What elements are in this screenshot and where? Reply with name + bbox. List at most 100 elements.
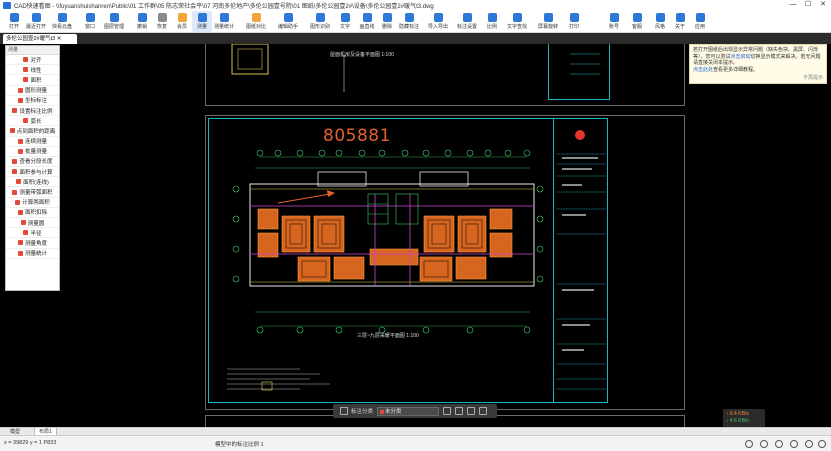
hide-annotation-button[interactable]: 隐藏标注 xyxy=(399,11,419,32)
text-button[interactable]: 文字 xyxy=(335,11,355,32)
app-logo-icon xyxy=(3,1,11,9)
rotate-icon xyxy=(543,13,553,22)
model-layout-tabs: 模型 布局1 xyxy=(0,427,831,436)
annotation-settings-icon xyxy=(462,13,472,22)
line-button[interactable]: 画直线 xyxy=(357,11,377,32)
text-search-button[interactable]: 文字查找 xyxy=(507,11,527,32)
dismiss-tip-link[interactable]: 不再提示 xyxy=(803,75,823,82)
tool-continuous[interactable]: 连续测量 xyxy=(6,137,59,147)
tool-align[interactable]: 对齐 xyxy=(6,55,59,66)
minimize-button[interactable]: — xyxy=(785,0,801,10)
delete-button[interactable]: 删除 xyxy=(377,11,397,32)
tool-segment-length[interactable]: 查看分段长度 xyxy=(6,157,59,168)
tool-point-to-area[interactable]: 点到面积的距离 xyxy=(6,126,59,137)
main-toolbar: 打开 最近打开 快看云盘 窗口 图层管理 撤销 恢复 会员 测量 测量统计 图纸… xyxy=(0,10,831,33)
document-tab-strip: 多伦公园壹2#暖气t3 ✕ xyxy=(0,33,831,44)
drawing-canvas[interactable]: 屋面机房及设备平面图 1:100 三层~九层采暖平面图 1:100 xyxy=(0,44,831,427)
export-icon[interactable] xyxy=(467,407,476,415)
document-tab[interactable]: 多伦公园壹2#暖气t3 ✕ xyxy=(3,34,77,44)
redo-button[interactable]: 恢复 xyxy=(152,11,172,32)
cloud-button[interactable]: 快看云盘 xyxy=(52,11,72,32)
recognize-button[interactable]: 图形识别 xyxy=(310,11,330,32)
tool-area-polyline[interactable]: 面积(连线) xyxy=(6,177,59,188)
vip-button[interactable]: 会员 xyxy=(172,11,192,32)
tool-area-calc[interactable]: 面积参与计算 xyxy=(6,167,59,178)
download-speed: ↓ 4.6 KB/s xyxy=(726,418,749,424)
style-button[interactable]: 风格 xyxy=(650,11,670,32)
maximize-button[interactable]: ☐ xyxy=(800,0,816,10)
about-button[interactable]: 关于 xyxy=(670,11,690,32)
linear-icon xyxy=(23,67,29,73)
annotation-settings-button[interactable]: 标注设置 xyxy=(457,11,477,32)
edit-icon[interactable] xyxy=(443,407,452,415)
layers-button[interactable]: 图层管理 xyxy=(104,11,124,32)
scale-button[interactable]: 比例 xyxy=(482,11,502,32)
open-button[interactable]: 打开 xyxy=(4,11,24,32)
undo-icon xyxy=(137,13,147,22)
vip-icon xyxy=(177,13,187,22)
support-icon xyxy=(632,13,642,22)
category-select[interactable]: 未分类 xyxy=(377,406,440,416)
import-export-button[interactable]: 导入导出 xyxy=(428,11,448,32)
tool-linear[interactable]: 线性 xyxy=(6,65,59,76)
stats-icon xyxy=(17,250,23,256)
tool-arc-length[interactable]: 弧长 xyxy=(6,116,59,127)
scale-icon xyxy=(487,13,497,22)
tool-two-areas[interactable]: 计算两面积 xyxy=(6,198,59,208)
compare-button[interactable]: 图纸对比 xyxy=(246,11,266,32)
panel-header: 测量 xyxy=(6,46,59,55)
tool-radius[interactable]: 半径 xyxy=(6,228,59,239)
tool-measure-circle[interactable]: 测量圆 xyxy=(6,218,59,229)
account-button[interactable]: 账号 xyxy=(604,11,624,32)
tutorial-link[interactable]: 点击此处 xyxy=(693,67,713,73)
tool-arc-area[interactable]: 测量带弧面积 xyxy=(6,187,59,198)
tool-coordinate[interactable]: 坐标标注 xyxy=(6,96,59,106)
add-icon[interactable] xyxy=(455,407,464,415)
tool-area[interactable]: 面积 xyxy=(6,75,59,86)
tool-area-deduct[interactable]: 面积扣除 xyxy=(6,208,59,218)
hide-annotation-icon xyxy=(404,13,414,22)
compare-icon xyxy=(251,13,261,22)
status-bar: x = 39829 y = 1 P833 模型中的标注比例 1 xyxy=(0,435,831,451)
window-button[interactable]: 窗口 xyxy=(80,11,100,32)
ortho-icon[interactable] xyxy=(760,440,768,448)
print-button[interactable]: 打印 xyxy=(564,11,584,32)
cursor-coordinates: x = 39829 y = 1 P833 xyxy=(4,440,57,446)
circle-measure-icon xyxy=(17,87,23,93)
recent-button[interactable]: 最近打开 xyxy=(26,11,46,32)
fullscreen-icon[interactable] xyxy=(818,440,826,448)
rotate-button[interactable]: 屏幕旋转 xyxy=(538,11,558,32)
tool-set-scale[interactable]: 设置标注比例 xyxy=(6,106,59,117)
settings-icon[interactable] xyxy=(805,440,813,448)
area-icon xyxy=(23,77,29,83)
grid-icon[interactable] xyxy=(340,407,348,415)
batch-icon xyxy=(17,148,23,154)
measure-button[interactable]: 测量 xyxy=(192,11,212,32)
polyline-icon xyxy=(16,179,22,185)
measure-tool-panel: 测量 对齐 线性 面积 圆形测量 坐标标注 设置标注比例 弧长 点到面积的距离 … xyxy=(5,45,60,291)
measure-icon xyxy=(197,13,207,22)
account-icon xyxy=(609,13,619,22)
arc-icon xyxy=(23,118,29,124)
measure-stats-button[interactable]: 测量统计 xyxy=(214,11,234,32)
tool-batch[interactable]: 批量测量 xyxy=(6,147,59,157)
snap-icon[interactable] xyxy=(745,440,753,448)
apps-button[interactable]: 应用 xyxy=(690,11,710,32)
layers-icon xyxy=(109,13,119,22)
delete-icon xyxy=(382,13,392,22)
undo-button[interactable]: 撤销 xyxy=(132,11,152,32)
tool-circle-measure[interactable]: 圆形测量 xyxy=(6,86,59,96)
copy-icon[interactable] xyxy=(479,407,488,415)
category-label: 标注分类 xyxy=(351,409,374,415)
text-icon xyxy=(340,13,350,22)
about-icon xyxy=(675,13,685,22)
tool-angle[interactable]: 测量角度 xyxy=(6,238,59,249)
tool-measure-stats[interactable]: 测量统计 xyxy=(6,249,59,259)
switch-mode-link[interactable]: 点击启动 xyxy=(731,54,751,60)
import-export-icon xyxy=(433,13,443,22)
microphone-icon[interactable] xyxy=(790,440,798,448)
grid-toggle-icon[interactable] xyxy=(775,440,783,448)
close-button[interactable]: ✕ xyxy=(815,0,831,10)
edit-assistant-button[interactable]: 编辑助手 xyxy=(278,11,298,32)
support-button[interactable]: 客服 xyxy=(627,11,647,32)
